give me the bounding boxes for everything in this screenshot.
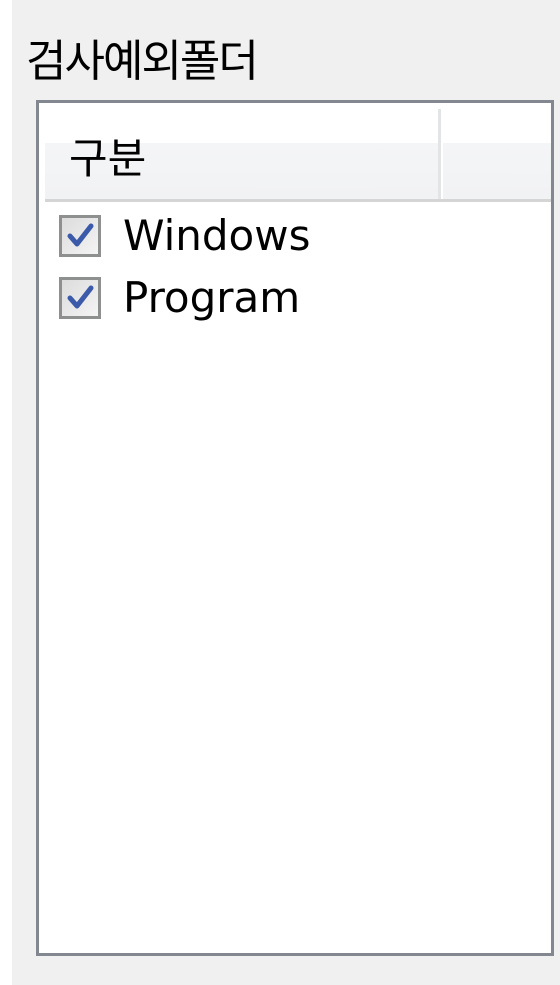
list-rows: Windows Program — [59, 205, 310, 329]
check-icon — [67, 285, 94, 309]
list-item-program[interactable]: Program — [59, 267, 310, 329]
exclusion-folder-group: 검사예외폴더 구분 Windows Program — [12, 0, 560, 985]
program-checkbox[interactable] — [59, 277, 101, 319]
exclusion-folder-list[interactable]: 구분 Windows Program — [36, 100, 554, 956]
windows-checkbox[interactable] — [59, 215, 101, 257]
column-header-category[interactable]: 구분 — [45, 109, 441, 199]
check-icon — [67, 223, 94, 247]
list-item-windows[interactable]: Windows — [59, 205, 310, 267]
column-header-label: 구분 — [69, 134, 147, 183]
list-item-label: Program — [123, 273, 301, 322]
list-item-label: Windows — [123, 211, 311, 260]
list-header: 구분 — [45, 109, 551, 202]
column-header-filler — [441, 109, 551, 199]
group-title: 검사예외폴더 — [26, 36, 259, 87]
